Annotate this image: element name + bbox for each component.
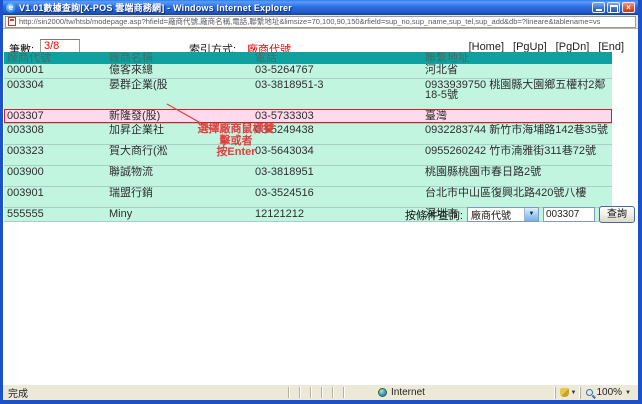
vendor-address: 0955260242 竹市湳雅街311巷72號	[422, 144, 612, 165]
zoom-control[interactable]: 100% ▼	[580, 387, 636, 399]
maximize-button[interactable]	[607, 2, 620, 13]
vendor-code: 000001	[4, 64, 106, 78]
minimize-button[interactable]	[592, 2, 605, 13]
vendor-name: 億客來總	[106, 64, 252, 78]
header-vendor-name: 廠商名稱	[106, 52, 252, 64]
query-field-selected: 廠商代號	[468, 207, 524, 222]
condition-query-bar: 按條件查詢: 廠商代號 ▼ 查詢	[405, 206, 635, 223]
vendor-tel: 03-5733303	[252, 109, 422, 123]
page-content: 筆數: 3/8 索引方式: 廠商代號 [Home] [PgUp] [PgDn] …	[3, 29, 638, 384]
vendor-tel: 03-5643034	[252, 144, 422, 165]
vendor-address: 桃園縣桃園市春日路2號	[422, 165, 612, 186]
vendor-address: 河北省	[422, 64, 612, 78]
vendor-code: 003307	[4, 109, 106, 123]
zone-label: Internet	[391, 387, 425, 398]
chevron-down-icon[interactable]: ▼	[571, 388, 577, 398]
shield-icon	[560, 388, 569, 397]
close-button[interactable]: ×	[622, 2, 635, 13]
vendor-tel: 03-3818951-3	[252, 78, 422, 109]
table-header-row: 廠商代號 廠商名稱 電話 聯繫地址	[4, 52, 612, 64]
vendor-tel: 03-5264767	[252, 64, 422, 78]
table-row[interactable]: 000001 億客來總 03-5264767 河北省	[4, 64, 612, 78]
vendor-code: 003304	[4, 78, 106, 109]
header-vendor-code: 廠商代號	[4, 52, 106, 64]
globe-icon	[378, 388, 387, 397]
vendor-address: 台北市中山區復興北路420號八樓	[422, 186, 612, 207]
browser-window: e V1.01數據查詢[X-POS 雲端商務網] - Windows Inter…	[0, 0, 642, 404]
vendor-name: Miny	[106, 207, 252, 221]
header-address: 聯繫地址	[422, 52, 612, 64]
vendor-name: 聯誠物流	[106, 165, 252, 186]
vendor-name: 新隆發(股)	[106, 109, 252, 123]
vendor-code: 003901	[4, 186, 106, 207]
vendor-address: 0933939750 桃園縣大園鄉五權村2鄰18-5號	[422, 78, 612, 109]
table-row[interactable]: 003308 加昇企業社 03-5249438 0932283744 新竹市海埔…	[4, 123, 612, 144]
query-field-select[interactable]: 廠商代號 ▼	[467, 207, 539, 222]
vendor-tel: 03-3524516	[252, 186, 422, 207]
url-input[interactable]: http://sin2000/tw/htsb/modepage.asp?hfie…	[5, 16, 636, 28]
vendor-code: 003308	[4, 123, 106, 144]
record-count-input[interactable]: 3/8	[40, 39, 80, 53]
table-row-selected[interactable]: 003307 新隆發(股) 03-5733303 臺灣	[4, 109, 612, 123]
window-title: V1.01數據查詢[X-POS 雲端商務網] - Windows Interne…	[19, 1, 592, 14]
vendor-name: 瑞盟行銷	[106, 186, 252, 207]
condition-query-label: 按條件查詢:	[405, 207, 463, 223]
title-bar[interactable]: e V1.01數據查詢[X-POS 雲端商務網] - Windows Inter…	[3, 0, 638, 15]
table-row[interactable]: 003304 晏群企業(股 03-3818951-3 0933939750 桃園…	[4, 78, 612, 109]
page-icon	[8, 17, 16, 26]
chevron-down-icon[interactable]: ▼	[524, 208, 538, 221]
vendor-tel: 12121212	[252, 207, 422, 221]
security-zone: Internet	[354, 387, 472, 398]
vendor-address: 0932283744 新竹市海埔路142巷35號	[422, 123, 612, 144]
url-text: http://sin2000/tw/htsb/modepage.asp?hfie…	[19, 16, 600, 27]
status-text: 完成	[5, 385, 288, 400]
vendor-address: 臺灣	[422, 109, 612, 123]
chevron-down-icon[interactable]: ▼	[625, 388, 631, 398]
vendor-tel: 03-5249438	[252, 123, 422, 144]
vendor-name: 加昇企業社	[106, 123, 252, 144]
vendor-tel: 03-3818951	[252, 165, 422, 186]
header-phone: 電話	[252, 52, 422, 64]
vendor-name: 賀大商行(淞	[106, 144, 252, 165]
status-bar: 完成 Internet ▼ 100% ▼	[3, 384, 638, 400]
vendor-code: 555555	[4, 207, 106, 221]
zoom-icon	[586, 389, 593, 396]
query-button[interactable]: 查詢	[599, 206, 635, 223]
vendor-code: 003900	[4, 165, 106, 186]
table-row[interactable]: 003901 瑞盟行銷 03-3524516 台北市中山區復興北路420號八樓	[4, 186, 612, 207]
zoom-level: 100%	[596, 387, 622, 398]
address-bar: http://sin2000/tw/htsb/modepage.asp?hfie…	[3, 15, 638, 29]
table-row[interactable]: 003323 賀大商行(淞 03-5643034 0955260242 竹市湳雅…	[4, 144, 612, 165]
vendor-table: 廠商代號 廠商名稱 電話 聯繫地址 000001 億客來總 03-5264767…	[4, 52, 612, 222]
table-row[interactable]: 003900 聯誠物流 03-3818951 桃園縣桃園市春日路2號	[4, 165, 612, 186]
vendor-name: 晏群企業(股	[106, 78, 252, 109]
protected-mode-panel[interactable]: ▼	[555, 387, 581, 399]
internet-explorer-icon: e	[6, 3, 16, 13]
query-value-input[interactable]	[543, 207, 595, 222]
vendor-code: 003323	[4, 144, 106, 165]
